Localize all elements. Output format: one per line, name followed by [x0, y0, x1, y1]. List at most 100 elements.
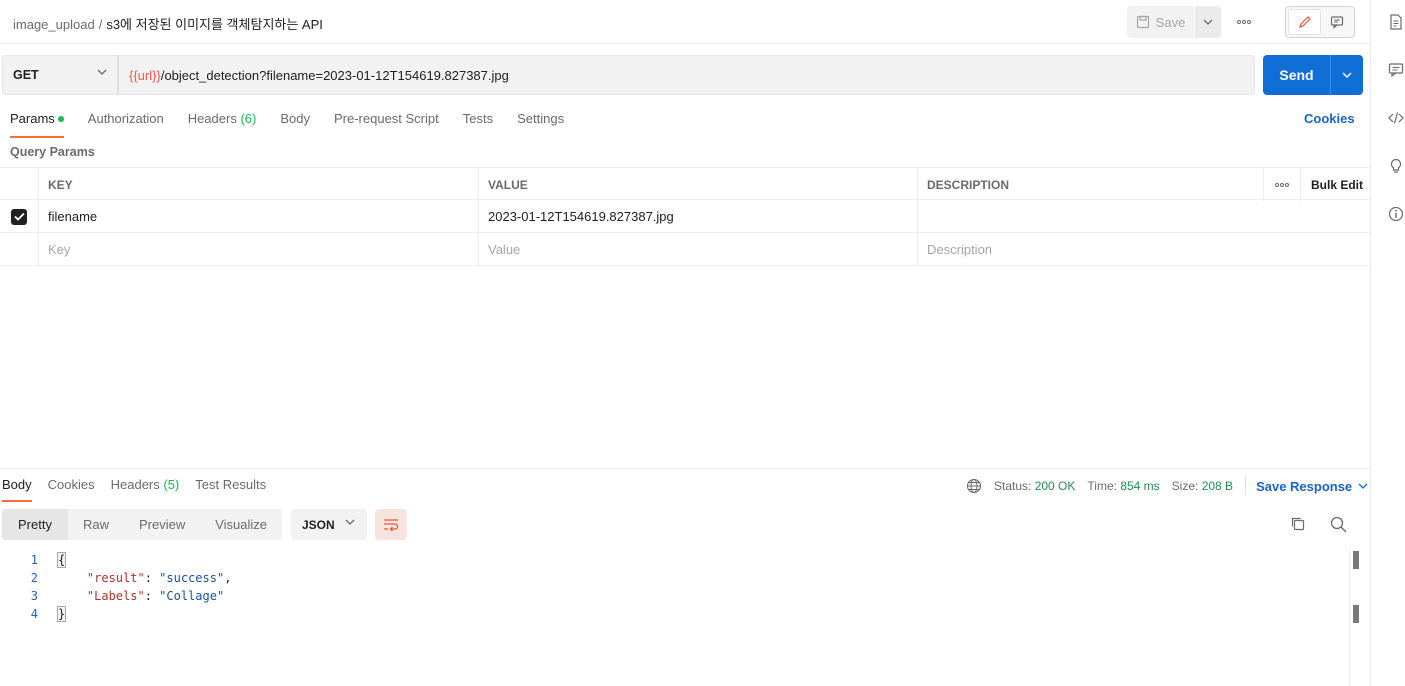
- view-pretty[interactable]: Pretty: [2, 509, 68, 540]
- query-params-title: Query Params: [10, 145, 95, 159]
- scroll-marker[interactable]: [1353, 551, 1359, 569]
- table-options-button[interactable]: [1263, 168, 1300, 201]
- tab-body[interactable]: Body: [280, 111, 310, 137]
- code-line: 4 }: [0, 605, 1348, 623]
- right-sidebar: [1370, 0, 1405, 686]
- time-value: 854 ms: [1120, 479, 1160, 493]
- method-label: GET: [13, 68, 39, 82]
- save-group: Save: [1127, 6, 1221, 38]
- pane-divider[interactable]: [0, 468, 1370, 469]
- line-content: }: [56, 605, 67, 623]
- tab-authorization[interactable]: Authorization: [88, 111, 164, 137]
- param-key-field[interactable]: filename: [38, 200, 478, 233]
- size-value: 208 B: [1201, 479, 1234, 493]
- tab-label: Headers: [110, 477, 160, 492]
- response-tab-headers[interactable]: Headers (5): [111, 477, 180, 501]
- scroll-marker[interactable]: [1353, 605, 1359, 623]
- tab-settings[interactable]: Settings: [517, 111, 564, 137]
- view-preview[interactable]: Preview: [124, 509, 200, 540]
- editor-scroll-track: [1349, 548, 1350, 686]
- line-number: 2: [30, 571, 38, 585]
- method-select[interactable]: GET: [2, 55, 118, 95]
- globe-icon[interactable]: [966, 478, 982, 494]
- tab-tests[interactable]: Tests: [463, 111, 493, 137]
- code-line: 2 "result": "success",: [0, 569, 1348, 587]
- more-actions-button[interactable]: [1232, 13, 1256, 31]
- response-tab-test-results[interactable]: Test Results: [195, 477, 266, 501]
- line-content: "Labels": "Collage": [86, 589, 225, 603]
- save-response-label: Save Response: [1256, 478, 1353, 494]
- save-options-button[interactable]: [1195, 6, 1221, 38]
- send-options-button[interactable]: [1330, 55, 1363, 95]
- save-button[interactable]: Save: [1127, 6, 1194, 38]
- json-string: "success": [159, 571, 225, 585]
- documentation-icon[interactable]: [1387, 13, 1405, 31]
- response-meta: Status: 200 OK Time: 854 ms Size: 208 B …: [966, 477, 1368, 495]
- info-icon[interactable]: [1387, 205, 1405, 223]
- tab-label: Params: [10, 111, 55, 126]
- tab-params[interactable]: Params: [10, 111, 64, 138]
- view-mode-toggle: [1285, 6, 1355, 38]
- param-value-field[interactable]: 2023-01-12T154619.827387.jpg: [478, 200, 918, 233]
- chevron-down-icon: [1358, 483, 1368, 489]
- response-view-switcher: Pretty Raw Preview Visualize: [2, 509, 283, 540]
- line-content: "result": "success",: [86, 571, 232, 585]
- comment-mode-button[interactable]: [1321, 9, 1352, 35]
- column-header-description: DESCRIPTION: [917, 168, 1263, 201]
- request-title[interactable]: s3에 저장된 이미지를 객체탐지하는 API: [106, 17, 323, 32]
- chevron-down-icon: [345, 519, 355, 525]
- tab-label: Tests: [462, 111, 494, 126]
- chevron-down-icon: [1342, 72, 1352, 78]
- json-string: "Collage": [159, 589, 225, 603]
- status-label: Status:: [994, 479, 1032, 493]
- save-icon: [1136, 15, 1149, 29]
- tab-label: Settings: [517, 111, 565, 126]
- url-input[interactable]: {{url}}/object_detection?filename=2023-0…: [118, 55, 1255, 95]
- response-body[interactable]: 1 { 2 "result": "success", 3 "Labels": "…: [0, 551, 1348, 623]
- view-visualize[interactable]: Visualize: [200, 509, 282, 540]
- postman-app: image_upload / s3에 저장된 이미지를 객체탐지하는 API Sav…: [0, 0, 1405, 686]
- line-number: 4: [30, 607, 38, 621]
- param-description-field[interactable]: [917, 200, 1370, 233]
- wrap-lines-button[interactable]: [375, 509, 407, 540]
- new-key-field[interactable]: Key: [38, 233, 478, 266]
- copy-icon[interactable]: [1290, 516, 1306, 532]
- code-icon[interactable]: [1387, 109, 1405, 127]
- url-path: /object_detection?filename=2023-01-12T15…: [160, 67, 509, 83]
- response-tab-body[interactable]: Body: [2, 477, 32, 502]
- format-select[interactable]: JSON: [291, 509, 367, 540]
- breadcrumb-separator: /: [98, 17, 103, 32]
- save-response-button[interactable]: Save Response: [1256, 479, 1368, 494]
- wrap-lines-icon: [384, 518, 399, 531]
- response-headers-count: (5): [163, 477, 180, 492]
- comments-icon[interactable]: [1387, 61, 1405, 79]
- chevron-down-icon: [97, 69, 107, 75]
- table-row-empty: Key Value Description: [0, 233, 1370, 266]
- lightbulb-icon[interactable]: [1387, 157, 1405, 175]
- response-tab-cookies[interactable]: Cookies: [48, 477, 95, 501]
- send-button[interactable]: Send: [1263, 55, 1330, 95]
- tab-headers[interactable]: Headers (6): [188, 111, 257, 137]
- headers-count: (6): [240, 111, 257, 126]
- tab-pre-request-script[interactable]: Pre-request Script: [334, 111, 439, 137]
- size-label: Size:: [1171, 479, 1199, 493]
- open-brace: {: [56, 552, 67, 568]
- code-line: 3 "Labels": "Collage": [0, 587, 1348, 605]
- request-header: image_upload / s3에 저장된 이미지를 객체탐지하는 API Sav…: [0, 0, 1370, 44]
- bulk-edit-button[interactable]: Bulk Edit: [1300, 168, 1370, 201]
- param-enabled-checkbox[interactable]: [11, 208, 27, 225]
- edit-mode-button[interactable]: [1288, 9, 1321, 35]
- line-content: {: [56, 551, 67, 569]
- save-label: Save: [1155, 14, 1186, 30]
- view-raw[interactable]: Raw: [68, 509, 124, 540]
- size-readout: Size: 208 B: [1172, 479, 1233, 493]
- params-active-dot: [57, 115, 64, 122]
- time-readout: Time: 854 ms: [1087, 479, 1159, 493]
- pencil-icon: [1298, 16, 1311, 28]
- comment-icon: [1330, 16, 1343, 29]
- new-description-field[interactable]: Description: [917, 233, 1370, 266]
- new-value-field[interactable]: Value: [478, 233, 918, 266]
- cookies-link[interactable]: Cookies: [1304, 111, 1355, 126]
- search-icon[interactable]: [1330, 516, 1347, 533]
- breadcrumb-collection[interactable]: image_upload: [13, 17, 95, 32]
